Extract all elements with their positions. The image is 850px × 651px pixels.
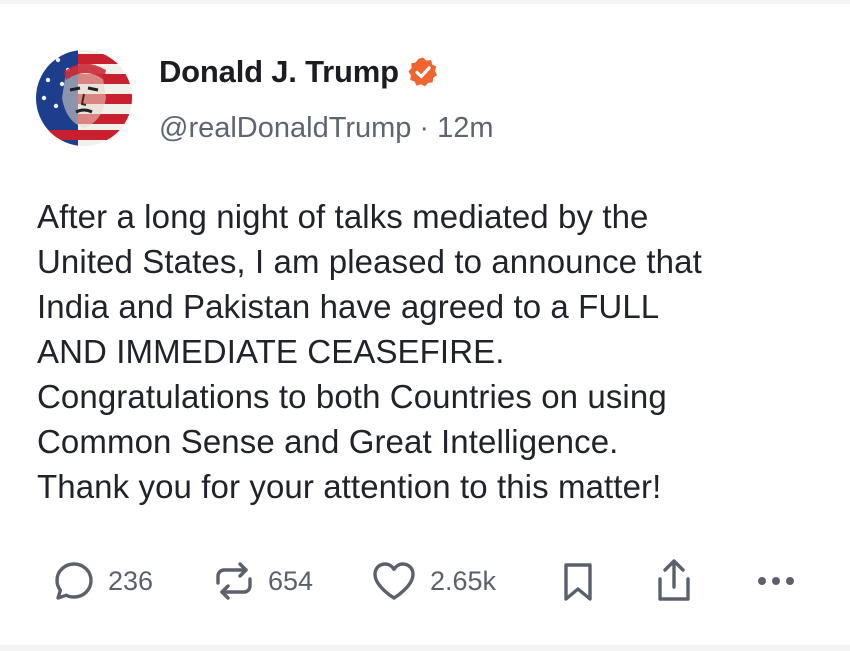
post-body-line: India and Pakistan have agreed to a FULL xyxy=(37,288,660,325)
like-button[interactable]: 2.65k xyxy=(370,557,496,605)
post-body-line: Congratulations to both Countries on usi… xyxy=(37,378,667,415)
post-body-line: AND IMMEDIATE CEASEFIRE. xyxy=(37,333,505,370)
share-icon xyxy=(652,557,696,605)
more-options-button[interactable] xyxy=(752,557,800,605)
repost-count: 654 xyxy=(268,565,314,596)
author-name-row: Donald J. Trump xyxy=(159,52,439,92)
bookmark-button[interactable] xyxy=(556,557,600,605)
post-body-line: Thank you for your attention to this mat… xyxy=(37,468,662,505)
bookmark-icon xyxy=(556,559,600,603)
reply-icon xyxy=(52,559,96,603)
meta-separator: · xyxy=(419,111,430,144)
heart-icon xyxy=(370,559,418,603)
post-body-line: After a long night of talks mediated by … xyxy=(37,198,649,235)
post-actions: 236 654 2.65k xyxy=(52,557,812,605)
verified-badge-icon xyxy=(407,56,439,88)
repost-button[interactable]: 654 xyxy=(212,557,313,605)
avatar-image xyxy=(36,50,132,146)
avatar[interactable] xyxy=(36,50,132,146)
share-button[interactable] xyxy=(652,557,696,605)
post-meta: @realDonaldTrump · 12m xyxy=(159,108,494,148)
post-timestamp[interactable]: 12m xyxy=(437,112,493,145)
repost-icon xyxy=(212,559,256,603)
reply-count: 236 xyxy=(108,565,154,596)
more-icon xyxy=(752,559,800,603)
post-body-line: Common Sense and Great Intelligence. xyxy=(37,423,619,460)
post-card: Donald J. Trump @realDonaldTrump · 12m A… xyxy=(0,4,850,645)
reply-button[interactable]: 236 xyxy=(52,557,153,605)
like-count: 2.65k xyxy=(430,565,497,596)
author-handle[interactable]: @realDonaldTrump xyxy=(159,112,411,145)
author-display-name[interactable]: Donald J. Trump xyxy=(159,54,399,90)
post-body-line: United States, I am pleased to announce … xyxy=(37,243,702,280)
post-body: After a long night of talks mediated by … xyxy=(37,194,827,509)
